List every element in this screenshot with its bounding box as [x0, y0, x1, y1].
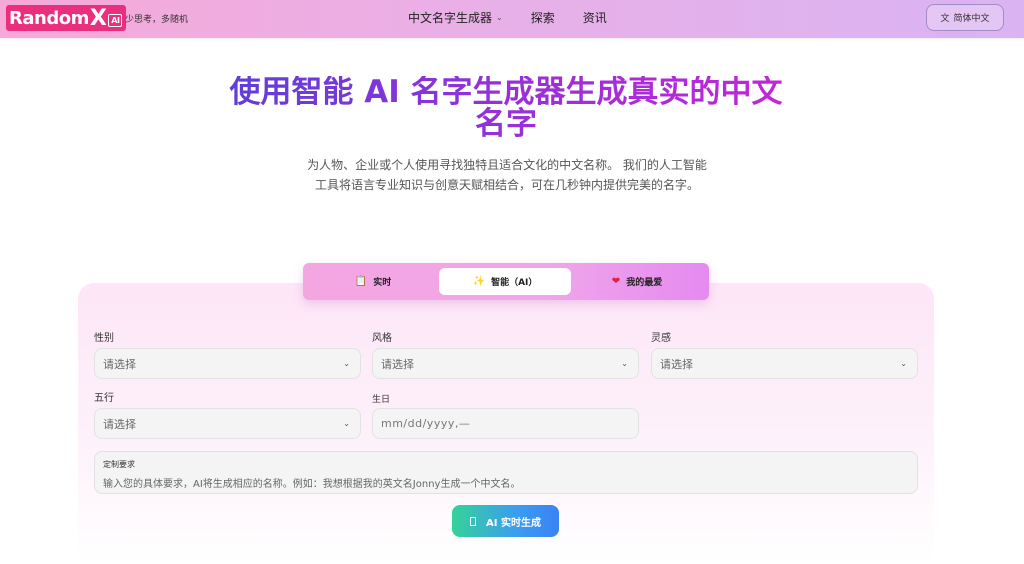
generate-icon — [470, 516, 477, 526]
inspiration-label: 灵感 — [651, 333, 671, 344]
birthday-input[interactable]: mm/dd/yyyy,— — [372, 408, 639, 439]
sparkle-icon: ✨ — [472, 276, 486, 287]
tab-ai[interactable]: ✨ 智能（AI） — [439, 268, 571, 295]
custom-requirements-placeholder: 输入您的具体要求，AI将生成相应的名称。例如：我想根据我的英文名Jonny生成一… — [103, 479, 521, 490]
five-elements-select[interactable]: 请选择 ⌄ — [94, 408, 361, 439]
mode-tabs: 📋 实时 ✨ 智能（AI） ❤ 我的最爱 — [303, 263, 709, 300]
nav-item-explore[interactable]: 探索 — [531, 9, 555, 26]
top-header: Random X AI 少思考，多随机 中文名字生成器 ⌄ 探索 资讯 文 简体… — [0, 0, 1024, 38]
five-elements-label: 五行 — [94, 393, 114, 404]
tab-favorites[interactable]: ❤ 我的最爱 — [571, 268, 703, 295]
randomx-logo[interactable]: Random X AI — [6, 5, 127, 31]
main-nav: 中文名字生成器 ⌄ 探索 资讯 — [408, 9, 635, 26]
custom-requirements-label: 定制要求 — [103, 460, 135, 469]
birthday-label: 生日 — [372, 395, 391, 405]
nav-item-name-generator[interactable]: 中文名字生成器 ⌄ — [408, 9, 503, 26]
chevron-down-icon: ⌄ — [343, 419, 350, 428]
gender-label: 性别 — [94, 333, 114, 344]
chevron-down-icon: ⌄ — [496, 13, 503, 22]
ai-generate-button[interactable]: AI 实时生成 — [452, 505, 559, 537]
gender-select[interactable]: 请选择 ⌄ — [94, 348, 361, 379]
chevron-down-icon: ⌄ — [900, 359, 907, 368]
chevron-down-icon: ⌄ — [621, 359, 628, 368]
logo-x: X — [89, 5, 107, 31]
nav-item-news[interactable]: 资讯 — [583, 9, 607, 26]
logo-text: Random — [9, 7, 89, 29]
style-label: 风格 — [372, 333, 392, 344]
clipboard-icon: 📋 — [354, 276, 368, 287]
translate-icon: 文 — [940, 14, 950, 24]
page-subtitle: 为人物、企业或个人使用寻找独特且适合文化的中文名称。 我们的人工智能 工具将语言… — [307, 158, 707, 192]
inspiration-select[interactable]: 请选择 ⌄ — [651, 348, 918, 379]
heart-icon: ❤ — [611, 276, 621, 287]
page-title: 使用智能 AI 名字生成器生成真实的中文 名字 — [200, 76, 812, 140]
logo-ai-badge: AI — [108, 13, 123, 27]
custom-requirements-field[interactable]: 定制要求 输入您的具体要求，AI将生成相应的名称。例如：我想根据我的英文名Jon… — [94, 451, 918, 494]
tagline: 少思考，多随机 — [125, 15, 189, 25]
style-select[interactable]: 请选择 ⌄ — [372, 348, 639, 379]
chevron-down-icon: ⌄ — [343, 359, 350, 368]
language-button[interactable]: 文 简体中文 — [926, 4, 1004, 31]
tab-realtime[interactable]: 📋 实时 — [307, 268, 439, 295]
